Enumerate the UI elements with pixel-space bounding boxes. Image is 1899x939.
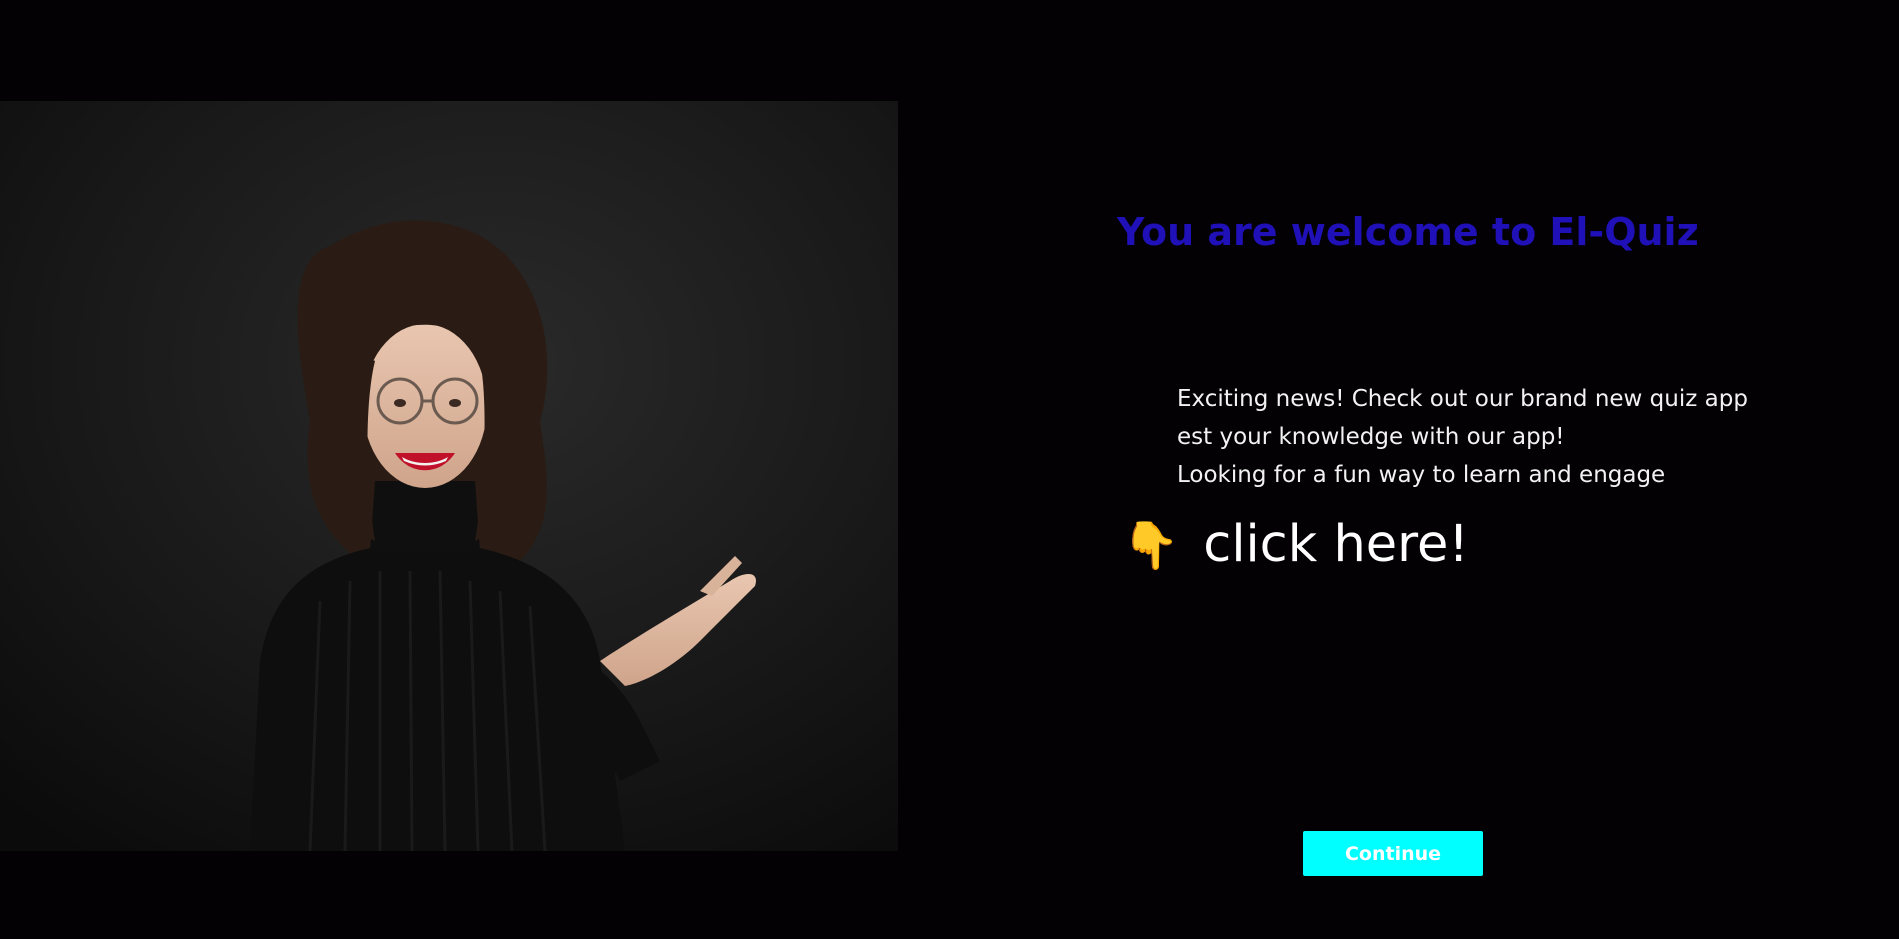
- welcome-panel: You are welcome to El-Quiz Exciting news…: [1100, 0, 1880, 939]
- intro-text: Exciting news! Check out our brand new q…: [1177, 380, 1748, 494]
- pointing-down-hand-icon: 👇: [1122, 517, 1180, 572]
- click-here-label[interactable]: click here!: [1203, 515, 1469, 574]
- page-title: You are welcome to El-Quiz: [1117, 210, 1699, 254]
- intro-line: Exciting news! Check out our brand new q…: [1177, 386, 1748, 412]
- hero-photo-illustration: [0, 101, 898, 851]
- hero-photo: [0, 101, 898, 851]
- intro-line: Looking for a fun way to learn and engag…: [1177, 462, 1666, 488]
- intro-line: est your knowledge with our app!: [1177, 424, 1565, 450]
- click-here-link[interactable]: 👇 click here!: [1122, 515, 1469, 574]
- continue-button[interactable]: Continue: [1303, 831, 1483, 876]
